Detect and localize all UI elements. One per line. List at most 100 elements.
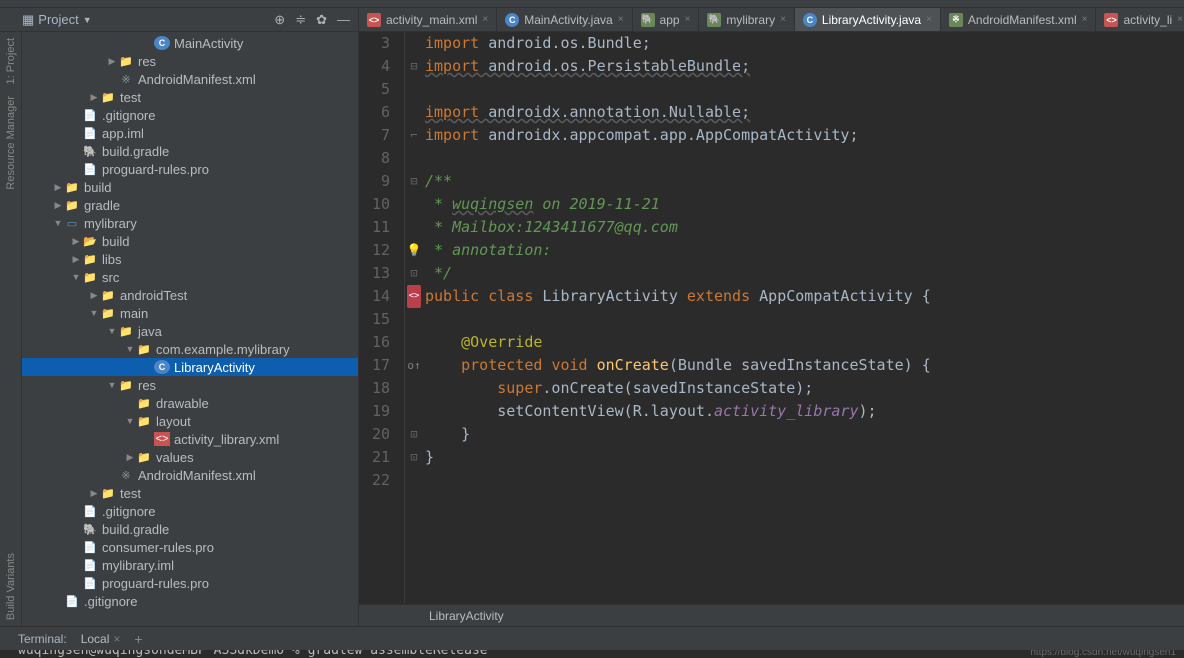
tree-arrow-icon[interactable]: ▼	[124, 344, 136, 354]
tree-arrow-icon[interactable]: ▶	[88, 488, 100, 499]
xml-icon: <>	[367, 13, 381, 27]
editor-breadcrumb[interactable]: LibraryActivity	[359, 604, 1184, 626]
folder-icon: 📁	[118, 54, 134, 68]
tree-label: androidTest	[120, 288, 187, 303]
tree-arrow-icon[interactable]: ▶	[70, 254, 82, 265]
tree-item[interactable]: ▶📁 androidTest	[22, 286, 358, 304]
tree-arrow-icon[interactable]: ▼	[52, 218, 64, 228]
main_activity_tab[interactable]: CMainActivity.java×	[497, 8, 632, 31]
close-icon[interactable]: ×	[1082, 14, 1088, 25]
gutter-resource-mgr[interactable]: Resource Manager	[5, 90, 17, 196]
tree-label: drawable	[156, 396, 209, 411]
terminal-tab-local[interactable]: Local ×	[81, 632, 121, 646]
minimize-icon[interactable]: —	[337, 12, 350, 28]
tree-item[interactable]: <>activity_library.xml	[22, 430, 358, 448]
activity_main_tab[interactable]: <>activity_main.xml×	[359, 8, 497, 31]
tree-item[interactable]: ▶📁res	[22, 52, 358, 70]
tree-label: AndroidManifest.xml	[138, 468, 256, 483]
tree-item[interactable]: ※AndroidManifest.xml	[22, 70, 358, 88]
tree-arrow-icon[interactable]: ▼	[106, 380, 118, 390]
tree-item[interactable]: CMainActivity	[22, 34, 358, 52]
manifest_tab[interactable]: ※AndroidManifest.xml×	[941, 8, 1097, 31]
main-row: 1: Project Resource Manager Build Varian…	[0, 32, 1184, 626]
tree-item[interactable]: ▼▭mylibrary	[22, 214, 358, 232]
tree-item[interactable]: ▶📁libs	[22, 250, 358, 268]
tree-arrow-icon[interactable]: ▶	[88, 92, 100, 103]
close-icon[interactable]: ×	[926, 14, 932, 25]
tree-item[interactable]: ▶📁build	[22, 178, 358, 196]
tree-item[interactable]: 📄mylibrary.iml	[22, 556, 358, 574]
folder-y-icon: 📂	[82, 234, 98, 248]
tree-item[interactable]: ▼📁res	[22, 376, 358, 394]
tree-item[interactable]: ※ AndroidManifest.xml	[22, 466, 358, 484]
tree-item[interactable]: 🐘build.gradle	[22, 520, 358, 538]
close-icon[interactable]: ×	[482, 14, 488, 25]
file-icon: 📄	[82, 126, 98, 140]
tree-item[interactable]: 📄proguard-rules.pro	[22, 160, 358, 178]
tree-arrow-icon[interactable]: ▼	[88, 308, 100, 318]
project-toolbar: ▦ Project ▼ ⊕ ≑ ✿ —	[0, 8, 359, 31]
tree-item[interactable]: 📄.gitignore	[22, 502, 358, 520]
tree-item[interactable]: CLibraryActivity	[22, 358, 358, 376]
tree-item[interactable]: 📄consumer-rules.pro	[22, 538, 358, 556]
mylibrary_tab[interactable]: 🐘mylibrary×	[699, 8, 795, 31]
tree-item[interactable]: ▼📁com.example.mylibrary	[22, 340, 358, 358]
tree-arrow-icon[interactable]: ▼	[124, 416, 136, 426]
tree-arrow-icon[interactable]: ▶	[124, 452, 136, 463]
tree-label: build.gradle	[102, 144, 169, 159]
close-icon[interactable]: ×	[685, 14, 691, 25]
close-icon[interactable]: ×	[780, 14, 786, 25]
code-area[interactable]: 345678910111213141516171819202122 ⊟⌐⊟💡⊡<…	[359, 32, 1184, 604]
app_tab[interactable]: 🐘app×	[633, 8, 700, 31]
tree-item[interactable]: ▼📁java	[22, 322, 358, 340]
activity_lib_tab[interactable]: <>activity_li×	[1096, 8, 1184, 31]
folder-icon: 📁	[100, 288, 116, 302]
terminal-content[interactable]: wuqingsen@wuqingsondeMBP ASSdkDemo % gra…	[0, 650, 1184, 658]
tree-item[interactable]: 📄.gitignore	[22, 592, 358, 610]
tree-item[interactable]: ▼📁src	[22, 268, 358, 286]
folder-icon: 📁	[82, 252, 98, 266]
project-dropdown[interactable]: ▦ Project ▼	[22, 12, 92, 28]
tree-arrow-icon[interactable]: ▶	[52, 182, 64, 193]
close-icon[interactable]: ×	[618, 14, 624, 25]
tree-item[interactable]: 📁drawable	[22, 394, 358, 412]
tree-label: .gitignore	[102, 108, 155, 123]
gear-icon[interactable]: ✿	[316, 12, 327, 28]
tree-label: LibraryActivity	[174, 360, 255, 375]
tree-arrow-icon[interactable]: ▼	[106, 326, 118, 336]
tree-arrow-icon[interactable]: ▼	[70, 272, 82, 282]
project-toolbar-icons: ⊕ ≑ ✿ —	[274, 12, 358, 28]
tree-item[interactable]: 📄 .gitignore	[22, 106, 358, 124]
tree-item[interactable]: 📄proguard-rules.pro	[22, 574, 358, 592]
close-icon[interactable]: ×	[113, 632, 120, 646]
tree-label: activity_library.xml	[174, 432, 279, 447]
tree-arrow-icon[interactable]: ▶	[106, 56, 118, 67]
manifest-icon: ※	[118, 468, 134, 482]
tree-item[interactable]: ▶📁values	[22, 448, 358, 466]
tree-item[interactable]: ▶📁test	[22, 484, 358, 502]
tree-item[interactable]: ▼📁main	[22, 304, 358, 322]
terminal-add-button[interactable]: +	[134, 631, 142, 647]
locate-icon[interactable]: ⊕	[274, 12, 285, 28]
tree-label: build.gradle	[102, 522, 169, 537]
tree-arrow-icon[interactable]: ▶	[52, 200, 64, 211]
gutter-project[interactable]: 1: Project	[5, 32, 17, 90]
project-tree[interactable]: CMainActivity▶📁res※AndroidManifest.xml▶📁…	[22, 32, 359, 626]
tab-label: AndroidManifest.xml	[968, 13, 1077, 27]
code-text[interactable]: import android.os.Bundle;import android.…	[423, 32, 931, 604]
gutter-build-variants[interactable]: Build Variants	[5, 547, 17, 626]
library_activity_tab[interactable]: CLibraryActivity.java×	[795, 8, 941, 31]
tree-item[interactable]: 📄app.iml	[22, 124, 358, 142]
tree-item[interactable]: ▶📁gradle	[22, 196, 358, 214]
tree-label: .gitignore	[84, 594, 137, 609]
fold-gutter[interactable]: ⊟⌐⊟💡⊡<>ο↑⊡⊡	[405, 32, 423, 604]
file-icon: 📄	[82, 108, 98, 122]
tree-item[interactable]: ▼📁layout	[22, 412, 358, 430]
tree-item[interactable]: ▶📁test	[22, 88, 358, 106]
tree-item[interactable]: ▶📂build	[22, 232, 358, 250]
tree-arrow-icon[interactable]: ▶	[88, 290, 100, 301]
tree-arrow-icon[interactable]: ▶	[70, 236, 82, 247]
collapse-icon[interactable]: ≑	[295, 12, 306, 28]
tree-item[interactable]: 🐘build.gradle	[22, 142, 358, 160]
close-icon[interactable]: ×	[1177, 14, 1183, 25]
